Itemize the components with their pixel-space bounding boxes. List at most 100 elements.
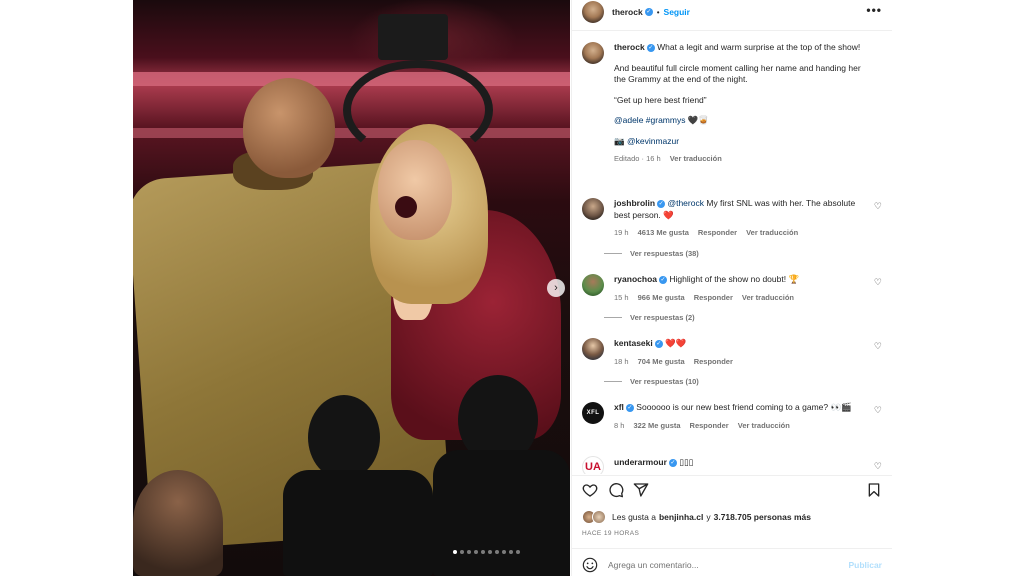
comment-like-heart-icon[interactable]: ♡: [874, 341, 882, 352]
open-mouth: [395, 196, 417, 218]
verified-badge-icon: ✓: [644, 8, 653, 16]
comment-username[interactable]: underarmour: [614, 457, 667, 467]
reply-button[interactable]: Responder: [690, 420, 729, 432]
carousel-dot: [502, 550, 506, 554]
comment-like-heart-icon[interactable]: ♡: [874, 201, 882, 212]
share-icon[interactable]: [633, 482, 649, 498]
photo-credit-link[interactable]: @kevinmazur: [627, 136, 679, 146]
caption: therock ✓ What a legit and warm surprise …: [582, 42, 882, 187]
comment-username[interactable]: joshbrolin: [614, 198, 655, 208]
avatar[interactable]: XFL: [582, 402, 604, 424]
comment-icon[interactable]: [608, 482, 624, 498]
replies-line: [604, 381, 622, 382]
carousel-dot: [481, 550, 485, 554]
add-comment-form: Publicar: [582, 556, 882, 574]
comment-emoji: ▯▯▯: [679, 457, 694, 467]
translate-link[interactable]: Ver traducción: [746, 227, 798, 239]
comment-item: XFL xfl ✓ Soooooo is our new best friend …: [582, 402, 882, 452]
reply-button[interactable]: Responder: [694, 292, 733, 304]
carousel-dot: [453, 550, 457, 554]
reply-button[interactable]: Responder: [698, 227, 737, 239]
view-replies-button[interactable]: Ver respuestas (2): [604, 313, 695, 322]
comment-likes[interactable]: 322 Me gusta: [633, 420, 680, 432]
view-replies-button[interactable]: Ver respuestas (38): [604, 249, 699, 258]
reply-button[interactable]: Responder: [694, 356, 733, 368]
comment-likes[interactable]: 704 Me gusta: [638, 356, 685, 368]
translate-link[interactable]: Ver traducción: [670, 153, 722, 165]
verified-badge-icon: ✓: [668, 458, 677, 467]
post-username[interactable]: therock: [612, 7, 643, 17]
divider: [572, 30, 892, 31]
comment-time: 18 h: [614, 356, 629, 366]
comment-like-heart-icon[interactable]: ♡: [874, 405, 882, 416]
bookmark-icon[interactable]: [866, 482, 882, 498]
post-side-panel: therock ✓ • Seguir ••• therock ✓ What a l…: [571, 0, 892, 576]
emoji-icon[interactable]: [582, 557, 598, 573]
avatar[interactable]: [582, 42, 604, 64]
likes-prefix: Les gusta a: [612, 512, 656, 522]
caption-quote: “Get up here best friend”: [614, 94, 707, 105]
replies-line: [604, 253, 622, 254]
heart-icon[interactable]: [582, 482, 598, 498]
avatar[interactable]: [582, 338, 604, 360]
avatar[interactable]: [582, 198, 604, 220]
view-replies-button[interactable]: Ver respuestas (10): [604, 377, 699, 386]
carousel-dots: [453, 550, 520, 554]
comment-username[interactable]: xfl: [614, 402, 624, 412]
verified-badge-icon: ✓: [625, 403, 634, 412]
camera-rig: [378, 14, 448, 60]
caption-username[interactable]: therock: [614, 42, 645, 52]
comment-likes[interactable]: 966 Me gusta: [638, 292, 685, 304]
comment-username[interactable]: kentaseki: [614, 338, 653, 348]
replies-line: [604, 317, 622, 318]
comment-like-heart-icon[interactable]: ♡: [874, 461, 882, 472]
carousel-dot: [495, 550, 499, 554]
liker-username[interactable]: benjinha.cl: [659, 512, 703, 522]
caption-text: What a legit and warm surprise at the to…: [657, 42, 861, 52]
comment-emoji: 🏆: [788, 274, 800, 284]
comment-item: ryanochoa ✓ Highlight of the show no doub…: [582, 274, 882, 314]
carousel-dot: [516, 550, 520, 554]
comment-like-heart-icon[interactable]: ♡: [874, 277, 882, 288]
avatar[interactable]: UA: [582, 456, 604, 474]
likes-conjunction: y: [706, 512, 711, 522]
likes-summary[interactable]: Les gusta a benjinha.cl y 3.718.705 pers…: [582, 510, 882, 524]
comment-item: UA underarmour ✓ ▯▯▯ ♡: [582, 456, 882, 474]
caption-text: And beautiful full circle moment calling…: [614, 62, 861, 85]
audience-suit: [283, 470, 433, 576]
translate-link[interactable]: Ver traducción: [742, 292, 794, 304]
comment-input[interactable]: [608, 560, 828, 570]
likes-count[interactable]: 3.718.705 personas más: [714, 512, 811, 522]
next-photo-button[interactable]: ›: [547, 279, 565, 297]
comment-time: 19 h: [614, 228, 629, 237]
comment-emoji: ❤️❤️: [665, 338, 687, 348]
post-header: therock ✓ • Seguir •••: [572, 0, 892, 24]
comment-text: Highlight of the show no doubt!: [669, 274, 787, 284]
avatar[interactable]: [582, 1, 604, 23]
post-timestamp[interactable]: HACE 19 HORAS: [582, 530, 639, 537]
caption-time: Editado · 16 h: [614, 154, 661, 163]
audience-head: [133, 470, 223, 576]
comment-likes[interactable]: 4613 Me gusta: [638, 227, 689, 239]
liker-avatars: [582, 510, 608, 524]
publish-button[interactable]: Publicar: [848, 560, 882, 570]
more-icon[interactable]: •••: [866, 3, 882, 17]
divider: [572, 475, 892, 476]
comments-list[interactable]: therock ✓ What a legit and warm surprise …: [572, 38, 892, 474]
bald-head: [243, 78, 335, 178]
carousel-dot: [474, 550, 478, 554]
post-photo[interactable]: [133, 0, 570, 576]
comment-mention[interactable]: @therock: [667, 198, 704, 208]
comment-username[interactable]: ryanochoa: [614, 274, 657, 284]
face: [378, 140, 452, 240]
view-replies-label: Ver respuestas (2): [630, 313, 695, 322]
comment-item: kentaseki ✓ ❤️❤️ 18 h 704 Me gusta Respon…: [582, 338, 882, 378]
divider: [572, 548, 892, 549]
caption-tags[interactable]: @adele #grammys: [614, 115, 685, 125]
follow-button[interactable]: Seguir: [664, 7, 690, 17]
view-replies-label: Ver respuestas (38): [630, 249, 699, 258]
carousel-dot: [488, 550, 492, 554]
avatar[interactable]: [582, 274, 604, 296]
audience-head: [308, 395, 380, 480]
translate-link[interactable]: Ver traducción: [738, 420, 790, 432]
